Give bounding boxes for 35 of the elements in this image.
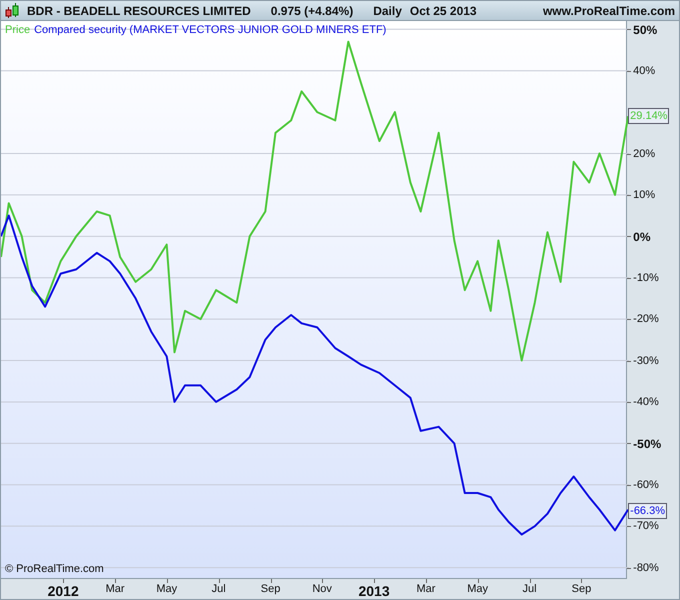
x-axis-label: Jul — [212, 582, 226, 597]
date-label: Oct 25 2013 — [410, 2, 477, 20]
y-axis-label: -40% — [633, 394, 659, 410]
site-label: www.ProRealTime.com — [542, 2, 675, 20]
y-axis-label: -10% — [633, 270, 659, 286]
period-label: Daily — [373, 2, 402, 20]
last-value-badge: -66.3% — [628, 502, 668, 519]
x-axis-label: May — [156, 582, 178, 597]
quote-value: 0.975 (+4.84%) — [270, 2, 354, 20]
x-axis-label: Sep — [572, 582, 592, 597]
x-axis-label: May — [467, 582, 488, 597]
y-axis-label: -50% — [633, 436, 662, 454]
x-axis-label: Jul — [522, 582, 537, 597]
y-axis-label: -60% — [633, 478, 659, 493]
security-title: BDR - BEADELL RESOURCES LIMITED — [27, 2, 251, 20]
legend-label: Compared security (MARKET VECTORS JUNIOR GOLD MINERS ETF) — [34, 23, 386, 38]
x-axis-label: 2012 — [48, 582, 79, 599]
x-axis-label: Nov — [312, 582, 332, 597]
y-axis-label: 20% — [633, 146, 656, 162]
y-axis-label: -70% — [633, 519, 659, 534]
last-value-badge: 29.14% — [628, 108, 670, 124]
copyright-label: © ProRealTime.com — [5, 562, 104, 576]
y-axis-label: 40% — [633, 64, 656, 79]
candlestick-icon — [5, 2, 19, 18]
x-axis-label: 2013 — [358, 582, 390, 599]
y-axis-label: -20% — [633, 312, 659, 328]
y-axis-label: -80% — [633, 560, 659, 576]
x-axis-label: Mar — [106, 582, 125, 597]
x-axis-label: Mar — [416, 582, 436, 597]
y-axis-label: 10% — [633, 188, 656, 203]
y-axis-label: -30% — [633, 354, 659, 369]
y-axis-label: 0% — [633, 229, 650, 246]
x-axis-label: Sep — [260, 582, 280, 597]
y-axis-label: 50% — [633, 22, 658, 40]
legend-label: Price — [5, 23, 30, 38]
